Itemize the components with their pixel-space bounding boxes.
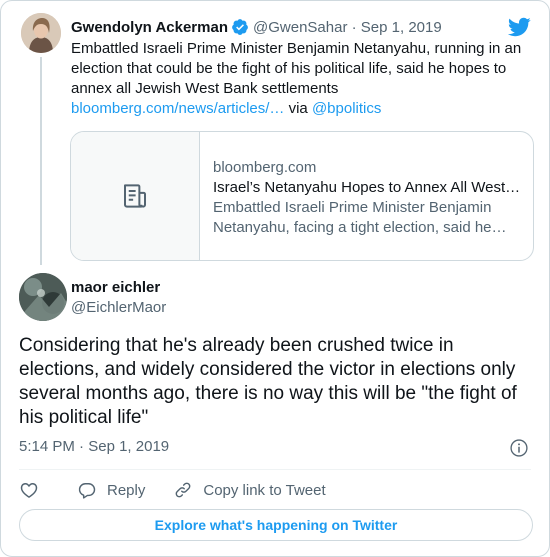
reply-button[interactable]: Reply: [77, 480, 145, 500]
card-description-text: Embattled Israeli Prime Minister Benjami…: [213, 199, 492, 236]
header-separator: ·: [347, 18, 361, 36]
main-author-avatar[interactable]: [19, 273, 67, 321]
main-author-handle[interactable]: @EichlerMaor: [71, 299, 166, 316]
heart-icon: [20, 483, 38, 498]
parent-author-avatar[interactable]: [21, 13, 61, 53]
main-tweet-text: Considering that he's already been crush…: [19, 335, 517, 428]
like-button[interactable]: [19, 480, 49, 500]
info-icon[interactable]: [509, 438, 529, 458]
parent-tweet-body: Embattled Israeli Prime Minister Benjami…: [71, 40, 522, 97]
link-preview-card[interactable]: bloomberg.com Israel’s Netanyahu Hopes t…: [70, 131, 534, 261]
parent-tweet-date[interactable]: Sep 1, 2019: [361, 19, 442, 36]
card-title: Israel’s Netanyahu Hopes to Annex All We…: [213, 179, 521, 196]
parent-tweet-text: Embattled Israeli Prime Minister Benjami…: [71, 39, 533, 119]
verified-badge-icon: [232, 19, 248, 35]
tweet-actions: Reply Copy link to Tweet: [19, 479, 354, 501]
main-author-name[interactable]: maor eichler: [71, 279, 160, 296]
thread-line: [40, 57, 42, 265]
tweet-embed: Gwendolyn Ackerman @GwenSahar · Sep 1, 2…: [0, 0, 550, 557]
card-text: bloomberg.com Israel’s Netanyahu Hopes t…: [200, 132, 533, 260]
tweet-time[interactable]: 5:14 PM: [19, 438, 75, 455]
card-domain: bloomberg.com: [213, 159, 317, 176]
reply-label: Reply: [107, 481, 146, 499]
parent-author-name[interactable]: Gwendolyn Ackerman: [71, 19, 228, 36]
link-icon: [175, 482, 191, 498]
tweet-date[interactable]: Sep 1, 2019: [88, 438, 169, 455]
explore-button[interactable]: Explore what's happening on Twitter: [19, 509, 533, 541]
meta-separator: ·: [74, 438, 89, 455]
parent-author-handle[interactable]: @GwenSahar: [253, 19, 347, 36]
copy-link-button[interactable]: Copy link to Tweet: [173, 480, 326, 500]
copy-link-label: Copy link to Tweet: [203, 481, 326, 499]
card-thumbnail: [71, 132, 200, 260]
card-description: Embattled Israeli Prime Minister Benjami…: [213, 198, 521, 238]
via-text: via: [284, 100, 312, 117]
twitter-bird-icon[interactable]: [507, 15, 531, 39]
main-tweet-timestamp[interactable]: 5:14 PM · Sep 1, 2019: [19, 438, 169, 455]
via-handle-link[interactable]: @bpolitics: [312, 100, 381, 117]
parent-tweet-header: Gwendolyn Ackerman @GwenSahar · Sep 1, 2…: [71, 17, 442, 37]
article-link[interactable]: bloomberg.com/news/articles/…: [71, 100, 284, 117]
divider: [19, 469, 531, 470]
article-icon: [124, 184, 146, 208]
reply-icon: [78, 483, 96, 499]
